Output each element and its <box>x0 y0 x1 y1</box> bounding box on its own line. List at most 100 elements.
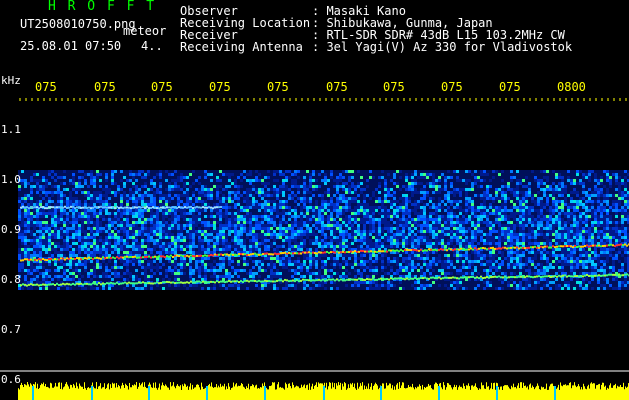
heatmap-cell <box>117 239 120 242</box>
heatmap-cell <box>246 245 249 248</box>
heatmap-cell <box>315 179 318 182</box>
heatmap-cell <box>414 224 417 227</box>
heatmap-cell <box>300 215 303 218</box>
heatmap-cell <box>606 224 609 227</box>
heatmap-cell <box>135 191 138 194</box>
heatmap-cell <box>87 233 90 236</box>
heatmap-cell <box>252 197 255 200</box>
heatmap-cell <box>222 245 225 248</box>
heatmap-cell <box>183 218 186 221</box>
heatmap-cell <box>168 233 171 236</box>
heatmap-cell <box>450 263 453 266</box>
heatmap-cell <box>375 272 378 275</box>
heatmap-cell <box>432 269 435 272</box>
heatmap-cell <box>369 269 372 272</box>
heatmap-cell <box>594 263 597 266</box>
heatmap-cell <box>330 170 333 173</box>
heatmap-cell <box>324 239 327 242</box>
heatmap-cell <box>432 230 435 233</box>
heatmap-cell <box>210 197 213 200</box>
heatmap-cell <box>282 218 285 221</box>
heatmap-cell <box>618 188 621 191</box>
heatmap-cell <box>279 233 282 236</box>
heatmap-cell <box>606 257 609 260</box>
heatmap-cell <box>450 209 453 212</box>
heatmap-cell <box>444 227 447 230</box>
heatmap-cell <box>39 245 42 248</box>
heatmap-cell <box>411 203 414 206</box>
heatmap-cell <box>615 227 618 230</box>
heatmap-cell <box>333 209 336 212</box>
heatmap-cell <box>69 179 72 182</box>
heatmap-cell <box>474 221 477 224</box>
heatmap-cell <box>276 203 279 206</box>
heatmap-cell <box>123 182 126 185</box>
heatmap-cell <box>594 227 597 230</box>
heatmap-cell <box>528 269 531 272</box>
heatmap-cell <box>552 230 555 233</box>
heatmap-cell <box>279 188 282 191</box>
heatmap-cell <box>189 251 192 254</box>
heatmap-cell <box>348 200 351 203</box>
heatmap-cell <box>288 248 291 251</box>
heatmap-cell <box>339 233 342 236</box>
heatmap-cell <box>345 221 348 224</box>
heatmap-cell <box>93 269 96 272</box>
heatmap-cell <box>135 260 138 263</box>
heatmap-cell <box>132 260 135 263</box>
heatmap-cell <box>87 191 90 194</box>
heatmap-cell <box>258 251 261 254</box>
heatmap-cell <box>27 230 30 233</box>
heatmap-cell <box>441 206 444 209</box>
heatmap-cell <box>423 206 426 209</box>
heatmap-cell <box>54 275 57 278</box>
heatmap-cell <box>54 233 57 236</box>
heatmap-cell <box>21 170 24 173</box>
heatmap-cell <box>264 203 267 206</box>
heatmap-cell <box>552 188 555 191</box>
heatmap-cell <box>546 176 549 179</box>
heatmap-cell <box>324 227 327 230</box>
heatmap-cell <box>420 209 423 212</box>
heatmap-cell <box>540 224 543 227</box>
heatmap-cell <box>426 218 429 221</box>
heatmap-cell <box>534 251 537 254</box>
heatmap-cell <box>438 242 441 245</box>
heatmap-cell <box>81 227 84 230</box>
heatmap-cell <box>24 269 27 272</box>
heatmap-cell <box>339 206 342 209</box>
heatmap-cell <box>552 266 555 269</box>
heatmap-cell <box>537 197 540 200</box>
heatmap-cell <box>606 260 609 263</box>
heatmap-cell <box>318 194 321 197</box>
heatmap-cell <box>153 197 156 200</box>
heatmap-cell <box>393 215 396 218</box>
heatmap-cell <box>252 215 255 218</box>
heatmap-cell <box>273 218 276 221</box>
heatmap-cell <box>147 191 150 194</box>
heatmap-cell <box>555 197 558 200</box>
heatmap-cell <box>159 200 162 203</box>
heatmap-cell <box>291 239 294 242</box>
heatmap-cell <box>471 239 474 242</box>
heatmap-cell <box>540 209 543 212</box>
heatmap-cell <box>369 257 372 260</box>
heatmap-cell <box>228 272 231 275</box>
heatmap-cell <box>141 230 144 233</box>
heatmap-cell <box>555 260 558 263</box>
heatmap-cell <box>555 200 558 203</box>
heatmap-cell <box>396 263 399 266</box>
heatmap-cell <box>78 239 81 242</box>
heatmap-cell <box>324 242 327 245</box>
heatmap-cell <box>540 218 543 221</box>
heatmap-cell <box>396 218 399 221</box>
heatmap-cell <box>333 203 336 206</box>
heatmap-cell <box>192 194 195 197</box>
heatmap-cell <box>273 266 276 269</box>
heatmap-cell <box>462 188 465 191</box>
heatmap-cell <box>414 242 417 245</box>
heatmap-cell <box>21 230 24 233</box>
heatmap-cell <box>357 269 360 272</box>
heatmap-cell <box>201 263 204 266</box>
heatmap-cell <box>393 236 396 239</box>
